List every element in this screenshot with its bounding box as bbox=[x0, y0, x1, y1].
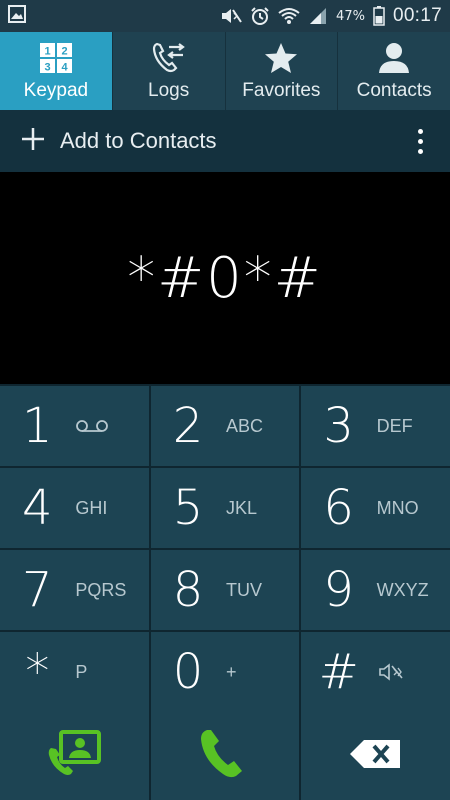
key-digit: 6 bbox=[323, 480, 354, 536]
more-dot-icon bbox=[417, 148, 423, 154]
logs-icon bbox=[151, 40, 187, 76]
key-digit: 5 bbox=[172, 480, 204, 536]
key-letters: JKL bbox=[225, 497, 258, 518]
keypad-icon: 1 2 3 4 bbox=[39, 40, 73, 76]
key-letters: TUV bbox=[225, 579, 262, 600]
key-digit: 3 bbox=[323, 398, 354, 454]
more-dot-icon bbox=[417, 138, 423, 144]
add-to-contacts-button[interactable]: Add to Contacts bbox=[0, 110, 390, 172]
tab-label: Logs bbox=[148, 80, 190, 101]
key-0[interactable]: 0 + bbox=[150, 632, 300, 712]
tab-bar: 1 2 3 4 Keypad Logs Favorites Contacts bbox=[0, 32, 450, 110]
key-2[interactable]: 2 ABC bbox=[150, 386, 300, 466]
key-7[interactable]: 7 PQRS bbox=[0, 550, 149, 630]
key-letters: WXYZ bbox=[376, 579, 429, 600]
key-letters: DEF bbox=[376, 415, 413, 436]
key-4[interactable]: 4 GHI bbox=[0, 468, 149, 548]
wifi-icon bbox=[278, 7, 300, 25]
phone-call-icon bbox=[197, 726, 253, 786]
number-display: *#0*# bbox=[0, 172, 450, 384]
backspace-icon bbox=[348, 736, 404, 776]
contact-card-icon bbox=[45, 728, 103, 784]
backspace-button[interactable] bbox=[301, 712, 450, 800]
dialed-number[interactable]: *#0*# bbox=[127, 246, 322, 311]
signal-icon bbox=[308, 7, 328, 25]
key-1[interactable]: 1 bbox=[0, 386, 149, 466]
key-8[interactable]: 8 TUV bbox=[150, 550, 300, 630]
tab-keypad[interactable]: 1 2 3 4 Keypad bbox=[0, 32, 113, 110]
person-icon bbox=[377, 40, 411, 76]
bottom-actions bbox=[0, 712, 450, 800]
status-bar: 47% 00:17 bbox=[0, 0, 450, 32]
mute-icon bbox=[377, 662, 433, 682]
key-digit: # bbox=[318, 644, 359, 700]
key-letters: PQRS bbox=[75, 579, 127, 600]
key-letters: ABC bbox=[225, 415, 263, 436]
key-5[interactable]: 5 JKL bbox=[150, 468, 300, 548]
key-letters: + bbox=[225, 661, 237, 682]
key-letters: P bbox=[75, 661, 88, 682]
key-digit: 4 bbox=[22, 480, 53, 536]
star-icon bbox=[264, 40, 298, 76]
video-call-contact-button[interactable] bbox=[0, 712, 149, 800]
key-digit: 0 bbox=[172, 644, 204, 700]
clock: 00:17 bbox=[392, 5, 442, 26]
more-options-button[interactable] bbox=[390, 110, 450, 172]
key-letters: GHI bbox=[75, 497, 108, 518]
more-dot-icon bbox=[417, 128, 423, 134]
key-hash[interactable]: # bbox=[301, 632, 450, 712]
key-digit: 8 bbox=[172, 562, 204, 618]
alarm-icon bbox=[250, 6, 270, 26]
action-bar: Add to Contacts bbox=[0, 110, 450, 172]
voicemail-icon bbox=[75, 419, 131, 433]
keypad-icon-digit: 4 bbox=[61, 62, 68, 74]
keypad-icon-digit: 1 bbox=[44, 46, 50, 58]
key-digit: 7 bbox=[22, 562, 53, 618]
key-9[interactable]: 9 WXYZ bbox=[301, 550, 450, 630]
key-digit: * bbox=[25, 644, 50, 700]
tab-label: Keypad bbox=[23, 80, 89, 101]
add-to-contacts-label: Add to Contacts bbox=[60, 128, 217, 153]
call-button[interactable] bbox=[150, 712, 300, 800]
key-star[interactable]: * P bbox=[0, 632, 149, 712]
dial-keypad: 1 2 ABC 3 DEF 4 GHI 5 JKL 6 MNO 7 PQRS 8… bbox=[0, 384, 450, 712]
battery-percent: 47% bbox=[336, 8, 365, 24]
key-digit: 1 bbox=[22, 398, 53, 454]
tab-favorites[interactable]: Favorites bbox=[226, 32, 339, 110]
key-6[interactable]: 6 MNO bbox=[301, 468, 450, 548]
battery-icon bbox=[373, 6, 385, 26]
key-letters: MNO bbox=[376, 497, 419, 518]
tab-label: Contacts bbox=[356, 80, 432, 101]
key-digit: 2 bbox=[172, 398, 204, 454]
tab-contacts[interactable]: Contacts bbox=[338, 32, 450, 110]
tab-logs[interactable]: Logs bbox=[113, 32, 226, 110]
key-digit: 9 bbox=[323, 562, 354, 618]
keypad-icon-digit: 2 bbox=[61, 46, 67, 58]
tab-label: Favorites bbox=[242, 80, 321, 101]
keypad-icon-digit: 3 bbox=[44, 62, 50, 74]
picture-icon bbox=[8, 5, 26, 27]
mute-icon bbox=[220, 7, 242, 25]
plus-icon bbox=[20, 123, 46, 159]
key-3[interactable]: 3 DEF bbox=[301, 386, 450, 466]
